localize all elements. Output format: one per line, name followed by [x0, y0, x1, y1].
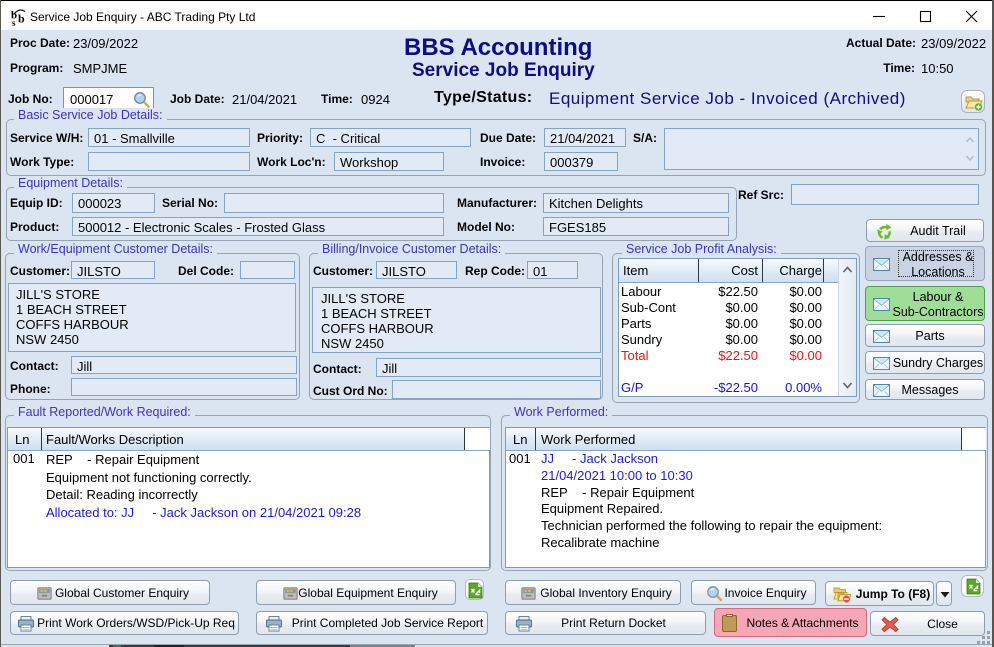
svg-text:s: s [12, 18, 16, 27]
svg-text:b: b [18, 12, 25, 26]
